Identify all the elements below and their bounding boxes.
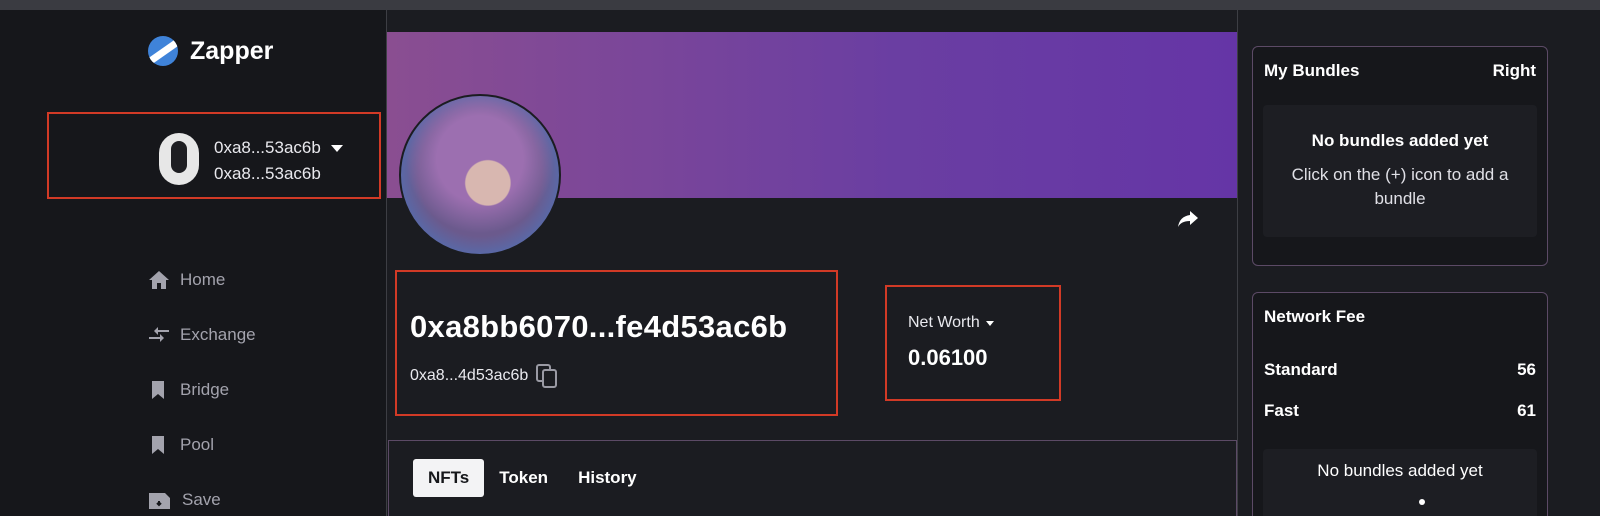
sidebar-nav: Home Exchange Bridge Pool Save [148, 252, 256, 516]
address-short: 0xa8...4d53ac6b [410, 367, 529, 384]
content-panel: NFTs Token History [388, 440, 1237, 516]
chevron-down-icon [985, 320, 994, 326]
network-fee-title: Network Fee [1264, 307, 1366, 326]
net-worth-selector[interactable]: Net Worth [908, 314, 994, 332]
fee-label: Fast [1264, 401, 1299, 420]
bundles-empty-state: No bundles added yet Click on the (+) ic… [1263, 105, 1537, 237]
bookmark-icon [152, 435, 164, 454]
share-icon[interactable] [1177, 209, 1199, 234]
chevron-down-icon[interactable] [330, 144, 343, 152]
sidebar-item-home[interactable]: Home [148, 252, 256, 307]
net-worth-value: 0.06100 [908, 345, 988, 370]
window-top-strip [0, 0, 1600, 10]
empty-hint: Click on the (+) icon to add a bundle [1291, 165, 1509, 208]
network-fee-card: Network Fee Standard 56 Fast 61 No bundl… [1252, 292, 1548, 516]
fee-empty-state: No bundles added yet [1263, 449, 1537, 516]
sidebar-item-label: Save [182, 489, 221, 509]
home-icon [149, 270, 169, 289]
net-worth-label: Net Worth [908, 314, 980, 331]
wallet-sub-address: 0xa8...53ac6b [214, 164, 321, 183]
copy-icon[interactable] [536, 364, 558, 388]
fee-value: 56 [1517, 360, 1536, 379]
bundles-header: My Bundles Right [1264, 61, 1536, 81]
main-panel: 0xa8bb6070...fe4d53ac6b 0xa8...4d53ac6b … [387, 10, 1237, 516]
fee-row-fast: Fast 61 [1264, 401, 1536, 421]
brand-name: Zapper [190, 36, 274, 65]
exchange-icon [149, 326, 169, 342]
wallet-avatar [159, 133, 199, 185]
address-short-row: 0xa8...4d53ac6b [410, 364, 558, 388]
tab-history[interactable]: History [563, 459, 652, 497]
sidebar-item-exchange[interactable]: Exchange [148, 307, 256, 362]
profile-avatar [399, 94, 561, 256]
save-icon [149, 492, 170, 509]
sidebar-item-label: Pool [180, 434, 215, 454]
tab-nfts[interactable]: NFTs [413, 459, 485, 497]
sidebar-item-pool[interactable]: Pool [148, 417, 256, 472]
address-card: 0xa8bb6070...fe4d53ac6b 0xa8...4d53ac6b [395, 270, 838, 416]
fee-row-standard: Standard 56 [1264, 360, 1536, 380]
empty-title: No bundles added yet [1311, 131, 1489, 150]
fee-value: 61 [1517, 401, 1536, 420]
sidebar: Zapper 0xa8...53ac6b 0xa8...53ac6b Home … [0, 10, 386, 516]
bundles-title: My Bundles [1264, 61, 1360, 80]
wallet-address: 0xa8...53ac6b [214, 138, 321, 157]
brand[interactable]: Zapper [148, 36, 273, 66]
app-root: Zapper 0xa8...53ac6b 0xa8...53ac6b Home … [0, 0, 1600, 516]
wallet-address-row[interactable]: 0xa8...53ac6b [214, 138, 343, 158]
sidebar-item-bridge[interactable]: Bridge [148, 362, 256, 417]
net-worth-card: Net Worth 0.06100 [885, 285, 1061, 401]
bookmark-icon [152, 380, 164, 399]
address-full: 0xa8bb6070...fe4d53ac6b [410, 309, 788, 344]
fee-label: Standard [1264, 360, 1338, 379]
zapper-logo-icon [148, 36, 178, 66]
bundles-card: My Bundles Right No bundles added yet Cl… [1252, 46, 1548, 266]
network-fee-header: Network Fee [1264, 307, 1536, 327]
sidebar-item-label: Bridge [180, 379, 230, 399]
tab-token[interactable]: Token [484, 459, 563, 497]
sidebar-item-save[interactable]: Save [148, 472, 256, 516]
right-panel: My Bundles Right No bundles added yet Cl… [1238, 10, 1600, 516]
bundles-action[interactable]: Right [1493, 61, 1536, 81]
wallet-selector[interactable]: 0xa8...53ac6b 0xa8...53ac6b [47, 112, 381, 199]
sidebar-item-label: Home [180, 269, 226, 289]
tab-bar: NFTs Token History [413, 459, 652, 497]
empty-title: No bundles added yet [1317, 461, 1483, 480]
sidebar-item-label: Exchange [180, 324, 256, 344]
loading-dot [1419, 499, 1425, 505]
